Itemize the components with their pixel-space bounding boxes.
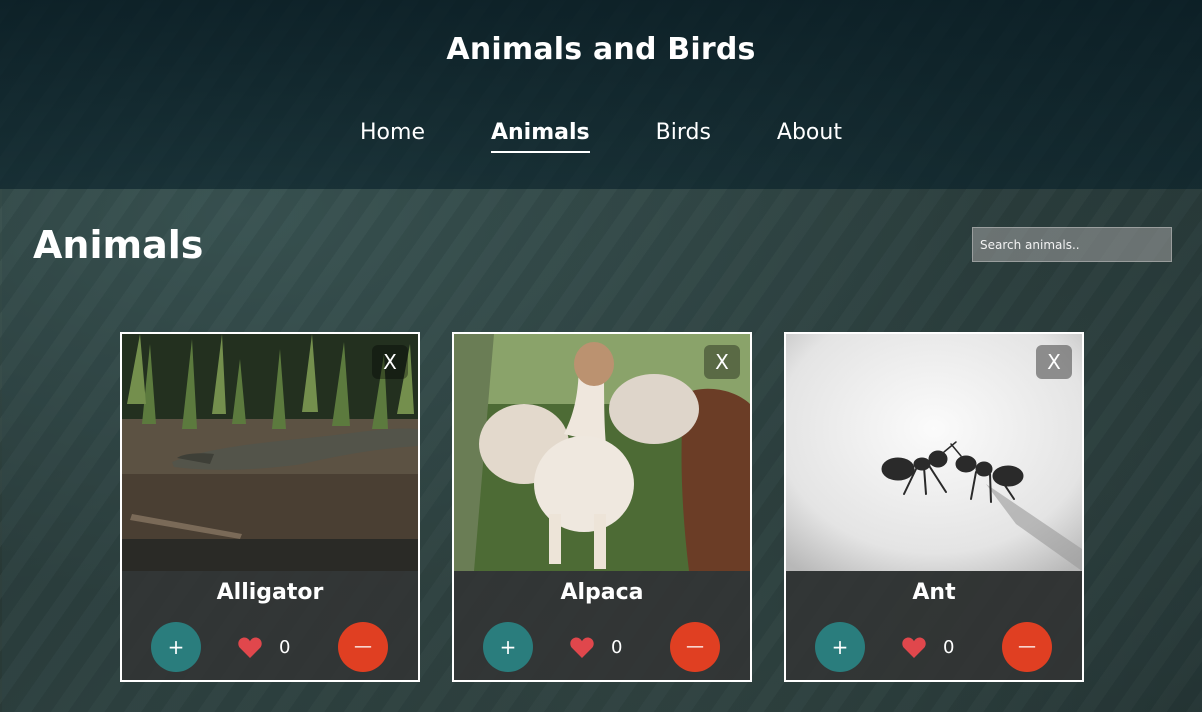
nav-birds[interactable]: Birds (623, 118, 744, 148)
like-minus-button[interactable]: — (670, 622, 720, 672)
close-icon[interactable]: X (372, 345, 408, 379)
animal-card-ant: X Ant + 0 — (784, 332, 1084, 682)
nav-home[interactable]: Home (327, 118, 458, 148)
heart-icon (902, 637, 926, 658)
page-title: Animals (33, 223, 204, 267)
like-plus-button[interactable]: + (483, 622, 533, 672)
site-title: Animals and Birds (446, 32, 756, 67)
nav-about[interactable]: About (744, 118, 875, 148)
heart-icon (570, 637, 594, 658)
site-header: Animals and Birds Home Animals Birds Abo… (0, 0, 1202, 189)
like-minus-button[interactable]: — (1002, 622, 1052, 672)
card-name: Alpaca (560, 580, 644, 605)
search-input[interactable] (972, 227, 1172, 262)
like-count: 0 (279, 637, 291, 658)
card-name: Alligator (216, 580, 324, 605)
animal-card-alligator: X Alligator + 0 — (120, 332, 420, 682)
animal-card-alpaca: X Alpaca + 0 — (452, 332, 752, 682)
like-minus-button[interactable]: — (338, 622, 388, 672)
card-name: Ant (912, 580, 956, 605)
close-icon[interactable]: X (1036, 345, 1072, 379)
main-content: Animals X Alligator + 0 — (2, 189, 1202, 712)
heart-icon (238, 637, 262, 658)
main-nav: Home Animals Birds About (0, 118, 1202, 153)
like-count: 0 (611, 637, 623, 658)
like-plus-button[interactable]: + (815, 622, 865, 672)
like-count: 0 (943, 637, 955, 658)
nav-animals[interactable]: Animals (458, 118, 623, 153)
like-plus-button[interactable]: + (151, 622, 201, 672)
close-icon[interactable]: X (704, 345, 740, 379)
